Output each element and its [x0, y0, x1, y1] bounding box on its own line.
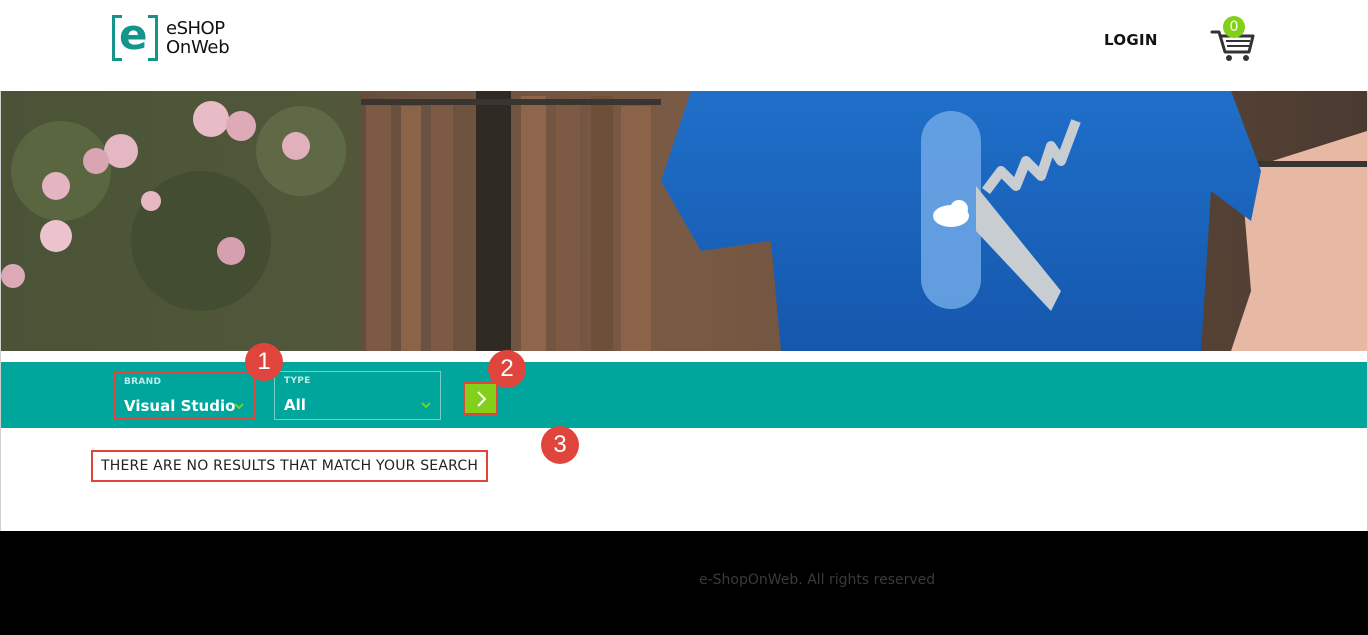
logo-mark-letter: e — [119, 10, 148, 59]
brand-filter-label: BRAND — [124, 377, 162, 387]
filter-bar: BRAND Visual Studio TYPE All — [1, 362, 1367, 428]
chevron-right-icon — [477, 391, 487, 407]
footer-copyright: e-ShopOnWeb. All rights reserved — [699, 572, 936, 588]
type-filter-label: TYPE — [284, 376, 311, 386]
no-results-message: THERE ARE NO RESULTS THAT MATCH YOUR SEA… — [91, 450, 489, 482]
logo-mark: e — [112, 10, 158, 61]
callout-2: 2 — [488, 350, 526, 388]
type-filter-value: All — [284, 396, 306, 414]
cart-count-badge: 0 — [1223, 16, 1245, 38]
footer: e-ShopOnWeb. All rights reserved — [0, 531, 1368, 635]
logo-line-2: OnWeb — [166, 37, 230, 58]
callout-3: 3 — [541, 426, 579, 464]
login-link[interactable]: LOGIN — [1104, 31, 1158, 49]
apply-filter-button[interactable] — [463, 382, 498, 415]
chevron-down-icon — [421, 402, 431, 409]
logo-line-1: eSHOP — [166, 18, 225, 39]
brand-filter-value: Visual Studio — [124, 397, 236, 415]
brand-filter-select[interactable]: BRAND Visual Studio — [113, 371, 255, 420]
logo-text: eSHOP OnWeb — [166, 18, 230, 58]
cart-button[interactable]: 0 — [1209, 16, 1257, 64]
type-filter-select[interactable]: TYPE All — [274, 371, 441, 420]
hero-banner-image — [1, 91, 1367, 351]
hero-banner — [1, 91, 1367, 351]
header: e eSHOP OnWeb LOGIN 0 — [0, 0, 1368, 91]
callout-1: 1 — [245, 343, 283, 381]
logo[interactable]: e eSHOP OnWeb — [112, 10, 230, 61]
chevron-down-icon — [234, 403, 244, 410]
